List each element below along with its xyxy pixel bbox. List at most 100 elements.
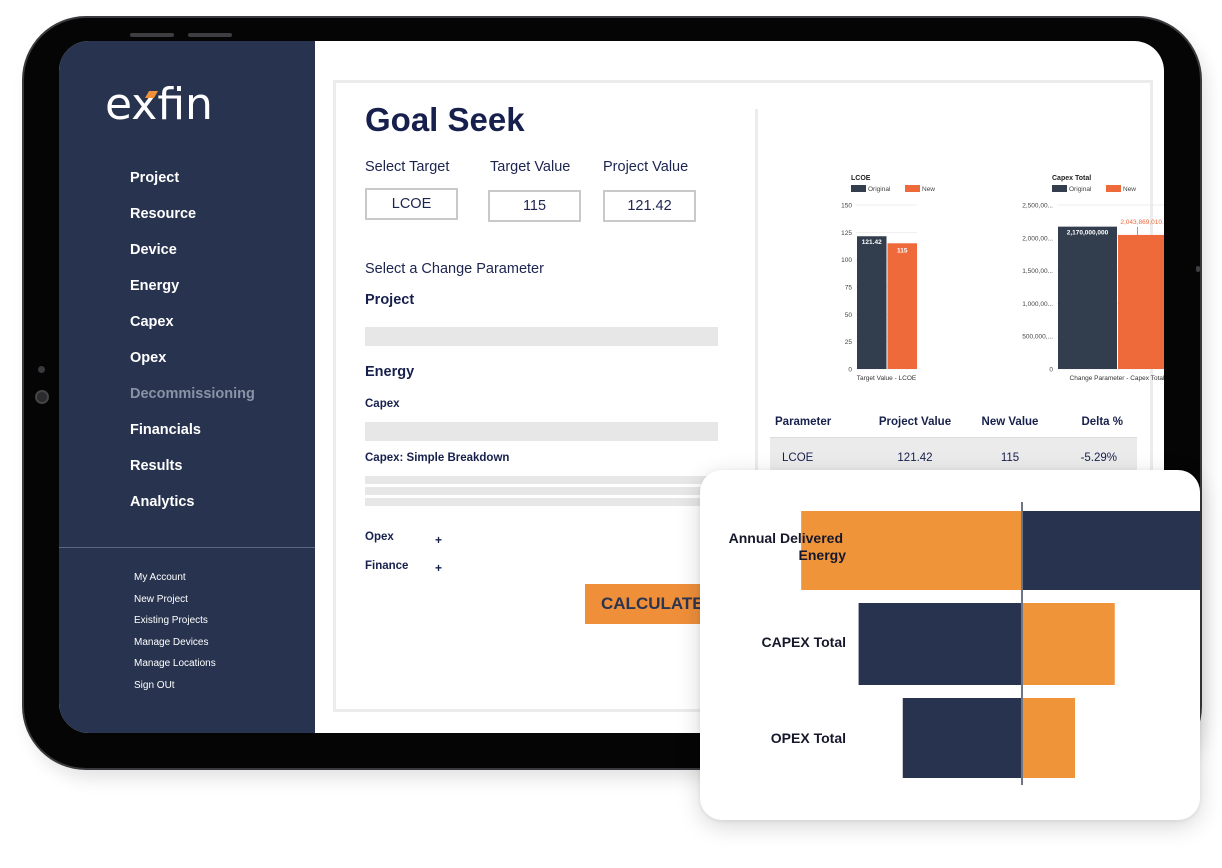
y-tick-label: 100 xyxy=(841,257,852,264)
tornado-chart: Annual DeliveredEnergy CAPEX Total OPEX To… xyxy=(729,502,1200,785)
sensor-icon xyxy=(38,366,45,373)
bar-label-new: 115 xyxy=(897,247,908,254)
legend-label-new: New xyxy=(1123,186,1136,193)
tornado-category-label: CAPEX Total xyxy=(761,634,846,650)
tornado-bar-high xyxy=(1022,603,1115,685)
y-tick-label: 1,500,00... xyxy=(1022,268,1053,275)
y-tick-label: 1,000,00... xyxy=(1022,301,1053,308)
link-manage-locations[interactable]: Manage Locations xyxy=(134,657,216,679)
project-value-label: Project Value xyxy=(603,159,689,175)
capex-chart-svg: Capex Total Original New 0 500,000,... 1,000,… xyxy=(1022,175,1164,382)
chart-title: LCOE xyxy=(851,175,871,182)
logo-text: fin xyxy=(157,79,213,130)
link-sign-out[interactable]: Sign OUt xyxy=(134,679,216,701)
lcoe-chart-svg: LCOE Original New 0 25 50 75 100 125 150 121.42 115… xyxy=(841,175,935,382)
capex-parameter-select[interactable] xyxy=(365,422,718,441)
y-tick-label: 500,000,... xyxy=(1022,334,1053,341)
legend-swatch-new xyxy=(905,185,920,192)
bar-label-original: 2,170,000,000 xyxy=(1067,230,1109,237)
page-title: Goal Seek xyxy=(365,101,525,138)
sidebar-item-resource[interactable]: Resource xyxy=(130,205,255,241)
capex-chart: Capex Total Original New 0 500,000,... 1,000,… xyxy=(949,169,1164,394)
logo-text: e xyxy=(105,79,132,130)
y-tick-label: 25 xyxy=(845,339,853,346)
y-tick-label: 50 xyxy=(845,312,853,319)
section-capex: Capex xyxy=(365,398,400,410)
legend-swatch-new xyxy=(1106,185,1121,192)
camera-icon xyxy=(35,390,49,404)
results-table: Parameter Project Value New Value Delta … xyxy=(770,406,1137,478)
select-target-label: Select Target xyxy=(365,159,450,175)
target-value-label: Target Value xyxy=(490,159,571,175)
sidebar-item-project[interactable]: Project xyxy=(130,169,255,205)
link-my-account[interactable]: My Account xyxy=(134,571,216,593)
legend-label-original: Original xyxy=(1069,186,1092,193)
breakdown-option[interactable] xyxy=(365,498,718,506)
sidebar-divider xyxy=(59,547,315,548)
section-finance: Finance xyxy=(365,560,409,572)
change-parameter-label: Select a Change Parameter xyxy=(365,261,544,277)
volume-button xyxy=(188,33,232,37)
y-tick-label: 0 xyxy=(848,367,852,374)
tornado-bar-high xyxy=(1022,511,1200,590)
expand-finance-icon[interactable]: + xyxy=(435,561,442,575)
tornado-category-label: Energy xyxy=(799,547,847,563)
expand-opex-icon[interactable]: + xyxy=(435,533,442,547)
sidebar-item-analytics[interactable]: Analytics xyxy=(130,493,255,529)
link-new-project[interactable]: New Project xyxy=(134,593,216,615)
tornado-category-label: OPEX Total xyxy=(771,730,846,746)
sensitivity-card: Annual Delivered Energy CAPEX Total OPEX To… xyxy=(700,470,1200,820)
brand-logo[interactable]: exfin xyxy=(105,79,213,130)
bar-label-new: 2,043,869,010.555 xyxy=(1120,219,1164,226)
link-manage-devices[interactable]: Manage Devices xyxy=(134,636,216,658)
cell-parameter: LCOE xyxy=(782,452,814,464)
bar-label-original: 121.42 xyxy=(862,239,882,246)
x-axis-label: Change Parameter - Capex Total xyxy=(1070,375,1164,382)
col-delta: Delta % xyxy=(1081,415,1123,428)
y-tick-label: 2,000,00... xyxy=(1022,235,1053,242)
legend-swatch-original xyxy=(1052,185,1067,192)
section-energy: Energy xyxy=(365,364,415,380)
power-button xyxy=(1196,266,1200,272)
sidebar: exfin Project Resource Device Energy Cap… xyxy=(59,41,315,733)
project-value-field: 121.42 xyxy=(603,190,696,222)
col-project-value: Project Value xyxy=(878,415,952,428)
chart-title: Capex Total xyxy=(1052,175,1091,182)
main-nav: Project Resource Device Energy Capex Ope… xyxy=(130,169,255,529)
project-parameter-select[interactable] xyxy=(365,327,718,346)
cell-project-value: 121.42 xyxy=(897,452,933,464)
col-parameter: Parameter xyxy=(775,415,832,428)
sidebar-item-financials[interactable]: Financials xyxy=(130,421,255,457)
legend-label-original: Original xyxy=(868,186,891,193)
y-tick-label: 75 xyxy=(845,285,853,292)
tornado-category-label: Annual Delivered xyxy=(729,530,843,546)
target-value-input[interactable]: 115 xyxy=(488,190,581,222)
sidebar-item-decommissioning: Decommissioning xyxy=(130,386,255,402)
breakdown-option[interactable] xyxy=(365,476,718,484)
sidebar-item-results[interactable]: Results xyxy=(130,457,255,493)
x-axis-label: Target Value - LCOE xyxy=(857,375,917,382)
bar-original xyxy=(1058,226,1117,369)
sidebar-item-capex[interactable]: Capex xyxy=(130,313,255,349)
cell-new-value: 115 xyxy=(1000,452,1020,464)
bar-original xyxy=(857,236,887,369)
y-tick-label: 2,500,00... xyxy=(1022,203,1053,210)
tornado-bar-high xyxy=(1022,698,1075,778)
bar-new xyxy=(887,243,917,369)
select-target-dropdown[interactable]: LCOE xyxy=(365,188,458,220)
link-existing-projects[interactable]: Existing Projects xyxy=(134,614,216,636)
breakdown-option[interactable] xyxy=(365,487,718,495)
lcoe-chart: LCOE Original New 0 25 50 75 100 125 150 121.42 115… xyxy=(759,169,935,394)
cell-delta: -5.29% xyxy=(1080,452,1117,464)
section-project: Project xyxy=(365,292,415,308)
sidebar-item-opex[interactable]: Opex xyxy=(130,349,255,385)
col-new-value: New Value xyxy=(981,415,1039,428)
volume-button xyxy=(130,33,174,37)
sidebar-item-device[interactable]: Device xyxy=(130,241,255,277)
tornado-bar-low xyxy=(858,603,1022,685)
sidebar-item-energy[interactable]: Energy xyxy=(130,277,255,313)
table-header: Parameter Project Value New Value Delta … xyxy=(770,406,1137,438)
y-tick-label: 0 xyxy=(1049,367,1053,374)
account-nav: My Account New Project Existing Projects… xyxy=(134,571,216,700)
y-tick-label: 150 xyxy=(841,203,852,210)
